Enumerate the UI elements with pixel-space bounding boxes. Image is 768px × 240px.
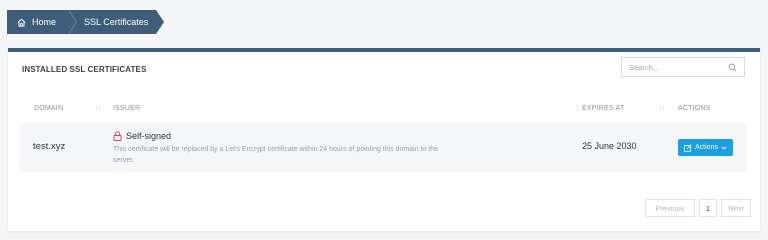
breadcrumb-home-label: Home [32, 17, 57, 27]
domain-cell: test.xyz [33, 141, 66, 152]
search-input[interactable] [622, 62, 729, 72]
chevron-down-icon [721, 145, 727, 150]
page-number-button[interactable]: 1 [699, 199, 717, 217]
column-header-expires[interactable]: EXPIRES AT [582, 105, 624, 112]
search-icon[interactable] [728, 63, 737, 72]
column-header-domain[interactable]: DOMAIN [34, 105, 63, 112]
table-row: test.xyz Self-signed This certificate wi… [19, 123, 747, 172]
lock-icon [113, 131, 122, 141]
breadcrumb-home[interactable]: Home [7, 10, 78, 34]
ssl-certificates-panel: INSTALLED SSL CERTIFICATES DOMAIN ↑↓ ISS… [8, 48, 760, 231]
breadcrumb-current-label: SSL Certificates [84, 17, 149, 27]
actions-button[interactable]: Actions [678, 139, 733, 156]
expires-cell: 25 June 2030 [582, 141, 637, 151]
home-icon [17, 18, 26, 27]
search-box [621, 57, 745, 77]
issuer-description: This certificate will be replaced by a L… [113, 146, 439, 164]
actions-button-label: Actions [695, 144, 718, 151]
issuer-name: Self-signed [126, 131, 172, 141]
panel-title: INSTALLED SSL CERTIFICATES [22, 65, 147, 74]
table-header: DOMAIN ↑↓ ISSUER EXPIRES AT ↑↓ ACTIONS [19, 100, 747, 120]
sort-icon[interactable]: ↑↓ [659, 105, 665, 112]
breadcrumb: Home SSL Certificates [7, 10, 165, 34]
sort-icon[interactable]: ↑↓ [95, 105, 101, 112]
edit-icon [684, 143, 692, 152]
next-page-button[interactable]: Next [721, 199, 751, 217]
column-header-actions: ACTIONS [678, 105, 711, 112]
column-header-issuer[interactable]: ISSUER [113, 105, 140, 112]
pagination: Previous 1 Next [645, 199, 751, 217]
breadcrumb-current: SSL Certificates [68, 10, 165, 34]
previous-page-button[interactable]: Previous [645, 199, 695, 217]
issuer-cell: Self-signed [113, 131, 171, 141]
